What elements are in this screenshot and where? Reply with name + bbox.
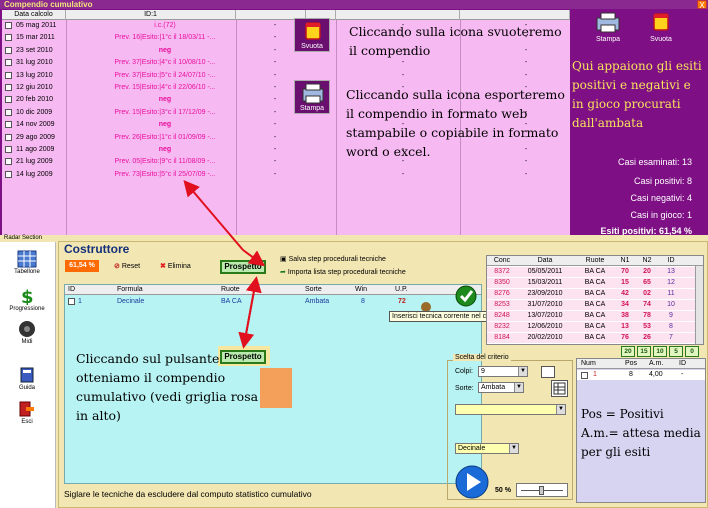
annotation-arrows [183,179,266,349]
arrow-to-prospetto [242,249,266,267]
arrow-to-grid [183,179,244,251]
arrow-back-to-prospetto [243,276,262,346]
